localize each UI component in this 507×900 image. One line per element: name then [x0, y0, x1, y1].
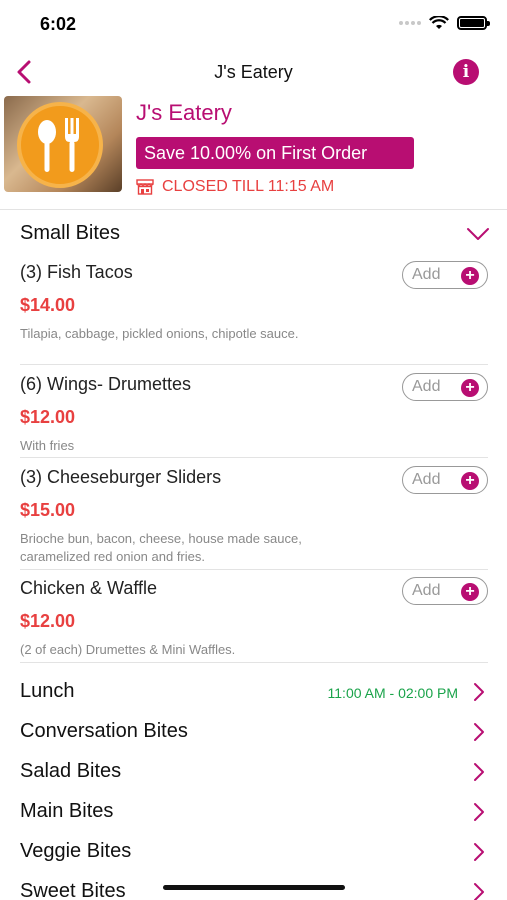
wifi-icon [429, 16, 449, 29]
home-indicator[interactable] [163, 885, 345, 890]
closed-status: CLOSED TILL 11:15 AM [136, 178, 334, 196]
item-price: $15.00 [20, 500, 76, 520]
item-name: (3) Fish Tacos [20, 262, 133, 282]
add-label: Add [412, 471, 441, 488]
category-label: Main Bites [20, 800, 114, 822]
restaurant-logo [4, 96, 122, 192]
item-description: (2 of each) Drumettes & Mini Waffles. [20, 642, 236, 657]
restaurant-name: J's Eatery [136, 100, 232, 125]
chevron-right-icon [474, 763, 484, 781]
battery-icon [457, 16, 490, 30]
item-divider [20, 569, 488, 570]
status-icons [399, 16, 490, 30]
plus-icon: + [461, 583, 479, 601]
category-label: Salad Bites [20, 760, 122, 782]
chevron-right-icon [474, 683, 484, 701]
add-label: Add [412, 378, 441, 395]
plus-icon: + [461, 472, 479, 490]
item-price: $12.00 [20, 611, 76, 631]
item-price: $14.00 [20, 295, 76, 315]
add-button[interactable]: Add + [402, 261, 488, 289]
item-name: (3) Cheeseburger Sliders [20, 467, 222, 487]
category-hours: 11:00 AM - 02:00 PM [327, 685, 458, 701]
category-label: Sweet Bites [20, 880, 126, 900]
category-veggie-bites[interactable]: Veggie Bites [20, 834, 490, 868]
promo-badge: Save 10.00% on First Order [136, 137, 414, 169]
restaurant-header: J's Eatery Save 10.00% on First Order CL… [0, 92, 507, 208]
add-button[interactable]: Add + [402, 577, 488, 605]
category-label: Lunch [20, 680, 75, 702]
chevron-right-icon [474, 803, 484, 821]
plus-icon: + [461, 267, 479, 285]
item-divider [20, 662, 488, 663]
item-divider [20, 364, 488, 365]
category-label: Conversation Bites [20, 720, 188, 742]
item-description: Tilapia, cabbage, pickled onions, chipot… [20, 326, 299, 341]
item-description: With fries [20, 438, 75, 453]
add-button[interactable]: Add + [402, 466, 488, 494]
category-conversation-bites[interactable]: Conversation Bites [20, 714, 490, 748]
item-name: (6) Wings- Drumettes [20, 374, 192, 394]
item-divider [20, 457, 488, 458]
item-price: $12.00 [20, 407, 76, 427]
chevron-right-icon [474, 883, 484, 900]
category-lunch[interactable]: Lunch 11:00 AM - 02:00 PM [20, 674, 490, 708]
signal-icon [399, 21, 421, 25]
category-label: Veggie Bites [20, 840, 132, 862]
nav-title: J's Eatery [214, 62, 293, 82]
chevron-right-icon [474, 723, 484, 741]
add-label: Add [412, 266, 441, 283]
item-description: Brioche bun, bacon, cheese, house made s… [20, 531, 302, 564]
chevron-right-icon [474, 843, 484, 861]
section-title: Small Bites [20, 222, 121, 244]
utensils-icon [38, 118, 79, 172]
closed-status-text: CLOSED TILL 11:15 AM [162, 178, 335, 195]
status-bar: 6:02 [0, 0, 507, 48]
header-divider [0, 209, 507, 210]
nav-bar: J's Eatery i [0, 52, 507, 92]
plus-icon: + [461, 379, 479, 397]
category-main-bites[interactable]: Main Bites [20, 794, 490, 828]
category-salad-bites[interactable]: Salad Bites [20, 754, 490, 788]
add-label: Add [412, 582, 441, 599]
info-icon[interactable]: i [453, 59, 479, 85]
chevron-down-icon[interactable] [466, 226, 490, 242]
store-icon [136, 179, 154, 195]
item-name: Chicken & Waffle [20, 578, 158, 598]
status-time: 6:02 [40, 14, 77, 34]
section-header-small-bites[interactable]: Small Bites [20, 218, 490, 252]
add-button[interactable]: Add + [402, 373, 488, 401]
